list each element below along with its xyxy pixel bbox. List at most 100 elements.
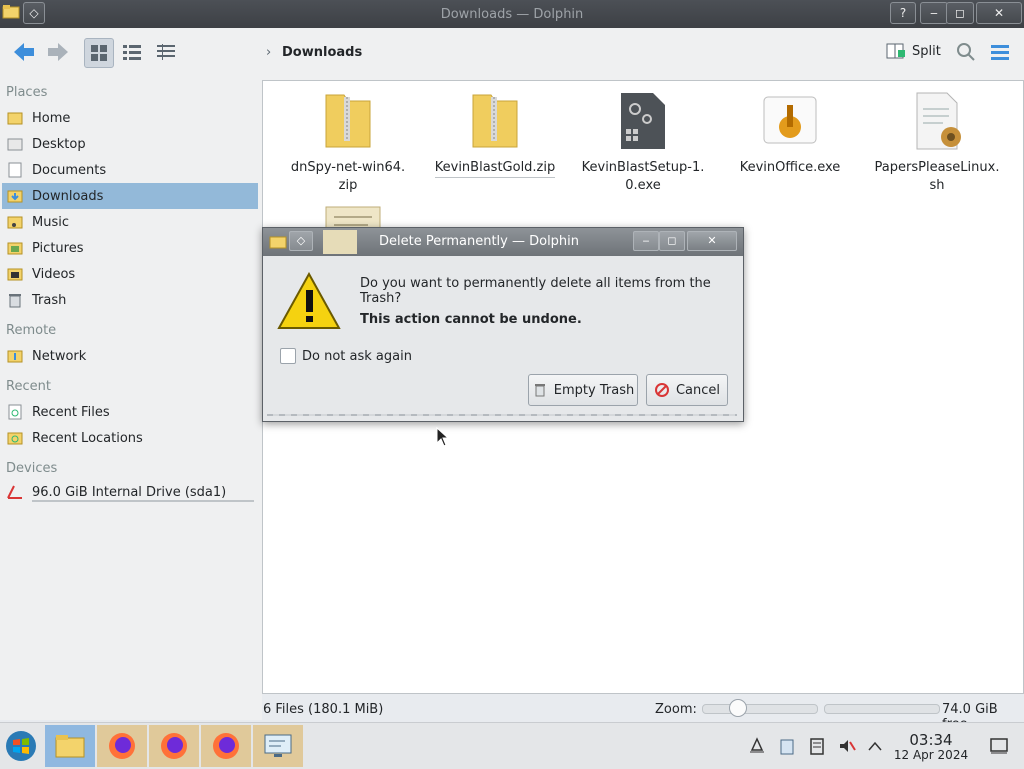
home-folder-icon [6, 109, 24, 127]
task-system-monitor[interactable] [253, 725, 303, 767]
file-item[interactable]: dnSpy-net-win64. zip [278, 89, 418, 195]
application-launcher[interactable] [4, 729, 38, 763]
split-button[interactable]: Split [886, 42, 941, 60]
downloads-folder-icon [6, 187, 24, 205]
breadcrumb-chevron-icon: › [266, 45, 272, 60]
executable-icon [613, 89, 673, 153]
sidebar-item-music[interactable]: Music [2, 209, 258, 235]
sidebar-item-home[interactable]: Home [2, 105, 258, 131]
storage-icon[interactable] [808, 737, 826, 755]
firefox-icon [213, 733, 239, 759]
empty-trash-button[interactable]: Empty Trash [528, 374, 638, 406]
cancel-icon [654, 383, 669, 397]
empty-trash-icon [534, 384, 545, 397]
cancel-button[interactable]: Cancel [646, 374, 728, 406]
dialog-warning-text: This action cannot be undone. [360, 312, 582, 327]
sidebar-item-pictures[interactable]: Pictures [2, 235, 258, 261]
places-panel: Places Home Desktop Documents Downloads … [0, 80, 262, 720]
forward-button[interactable] [44, 38, 72, 66]
split-view-icon [886, 43, 905, 59]
breadcrumb[interactable]: Downloads [282, 45, 362, 60]
sidebar-item-videos[interactable]: Videos [2, 261, 258, 287]
clock-time[interactable]: 03:34 [895, 731, 967, 749]
dialog-window-menu-button[interactable]: ◇ [289, 231, 313, 251]
firefox-icon [161, 733, 187, 759]
list-view-icon [123, 45, 141, 60]
close-button[interactable]: ✕ [976, 2, 1022, 24]
task-firefox-1[interactable] [97, 725, 147, 767]
do-not-ask-label[interactable]: Do not ask again [302, 349, 412, 364]
maximize-button[interactable]: ◻ [946, 2, 974, 24]
devices-header: Devices [6, 461, 58, 476]
firefox-icon [109, 733, 135, 759]
zoom-label: Zoom: [655, 702, 697, 717]
delete-permanently-dialog: ◇ Delete Permanently — Dolphin ‒ ◻ ✕ Do … [262, 227, 744, 422]
window-title: Downloads — Dolphin [440, 7, 584, 22]
dialog-minimize-button[interactable]: ‒ [633, 231, 659, 251]
sidebar-item-recent-files[interactable]: Recent Files [2, 399, 258, 425]
dialog-app-icon [269, 233, 287, 253]
file-item[interactable]: KevinBlastSetup-1. 0.exe [573, 89, 713, 195]
trash-icon [6, 291, 24, 309]
zip-folder-icon [318, 89, 378, 153]
show-desktop-button[interactable] [990, 737, 1008, 755]
folder-icon [55, 735, 85, 758]
toolbar: › Downloads Split [0, 28, 1024, 80]
dialog-titlebar[interactable]: ◇ Delete Permanently — Dolphin ‒ ◻ ✕ [263, 228, 743, 256]
statusbar: 6 Files (180.1 MiB) Zoom: 74.0 GiB free [262, 696, 1024, 732]
sidebar-item-trash[interactable]: Trash [2, 287, 258, 313]
videos-folder-icon [6, 265, 24, 283]
help-button[interactable]: ? [890, 2, 916, 24]
file-item[interactable]: KevinOffice.exe [720, 89, 860, 177]
free-space-bar [824, 704, 940, 714]
details-view-icon [157, 44, 175, 60]
search-icon [957, 43, 975, 61]
hamburger-menu-button[interactable] [986, 38, 1014, 66]
taskbar: 03:34 12 Apr 2024 [0, 722, 1024, 769]
script-icon [907, 89, 967, 153]
mouse-cursor-icon [436, 426, 450, 451]
show-hidden-icons-button[interactable] [866, 737, 884, 755]
sidebar-item-downloads[interactable]: Downloads [2, 183, 258, 209]
task-firefox-3[interactable] [201, 725, 251, 767]
clock-date[interactable]: 12 Apr 2024 [891, 748, 971, 762]
search-button[interactable] [952, 38, 980, 66]
notifications-icon[interactable] [748, 737, 766, 755]
dialog-maximize-button[interactable]: ◻ [659, 231, 685, 251]
zip-folder-icon [465, 89, 525, 153]
window-titlebar[interactable]: ◇ Downloads — Dolphin ? ‒ ◻ ✕ [0, 0, 1024, 28]
installer-icon [760, 89, 820, 153]
start-orb-icon [6, 731, 36, 761]
zoom-slider[interactable] [702, 699, 818, 717]
music-folder-icon [6, 213, 24, 231]
dialog-close-button[interactable]: ✕ [687, 231, 737, 251]
sidebar-item-desktop[interactable]: Desktop [2, 131, 258, 157]
file-item[interactable]: KevinBlastGold.zip [425, 89, 565, 178]
sidebar-item-documents[interactable]: Documents [2, 157, 258, 183]
recent-files-icon [6, 403, 24, 421]
minimize-button[interactable]: ‒ [920, 2, 948, 24]
drive-usage-bar [32, 500, 254, 502]
sidebar-item-recent-locations[interactable]: Recent Locations [2, 425, 258, 451]
do-not-ask-checkbox[interactable] [280, 348, 296, 364]
volume-muted-icon[interactable] [838, 737, 856, 755]
back-button[interactable] [10, 38, 38, 66]
clipboard-icon[interactable] [778, 737, 796, 755]
dialog-certificate-icon [323, 230, 357, 254]
sidebar-item-network[interactable]: Network [2, 343, 258, 369]
zoom-slider-handle[interactable] [728, 699, 747, 717]
icons-view-button[interactable] [84, 38, 114, 68]
hard-drive-icon [6, 483, 24, 501]
task-dolphin[interactable] [45, 725, 95, 767]
file-item[interactable]: PapersPleaseLinux. sh [867, 89, 1007, 195]
split-label: Split [912, 43, 941, 59]
warning-icon [277, 271, 341, 334]
task-firefox-2[interactable] [149, 725, 199, 767]
pictures-folder-icon [6, 239, 24, 257]
back-arrow-icon [14, 43, 34, 61]
remote-header: Remote [6, 323, 57, 338]
compact-view-button[interactable] [118, 38, 146, 66]
monitor-icon [264, 734, 292, 757]
details-view-button[interactable] [152, 38, 180, 66]
recent-header: Recent [6, 379, 51, 394]
